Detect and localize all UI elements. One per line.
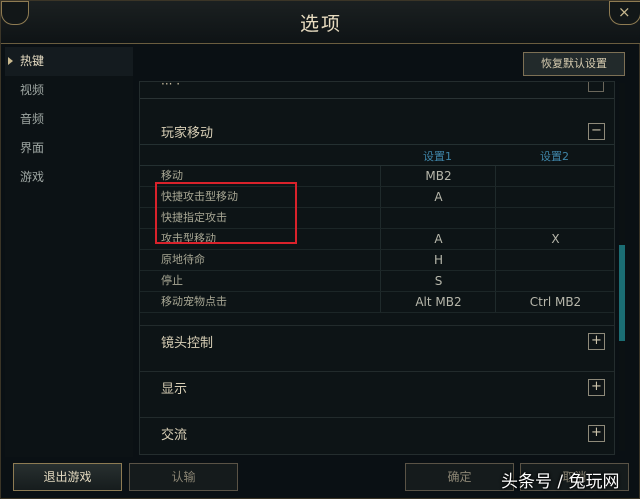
sidebar-item-label: 界面 xyxy=(20,141,45,155)
title-bar: 选项 × xyxy=(1,1,640,44)
section-title: 显示 xyxy=(161,382,188,397)
window-title: 选项 xyxy=(299,13,342,35)
exit-game-button[interactable]: 退出游戏 xyxy=(13,463,122,491)
ok-button[interactable]: 确定 xyxy=(405,463,514,491)
expand-toggle[interactable] xyxy=(588,82,604,92)
sidebar-item-label: 视频 xyxy=(20,83,45,97)
binding-slot-1[interactable]: H xyxy=(380,250,496,270)
scrollbar[interactable] xyxy=(619,83,625,451)
binding-slot-2[interactable] xyxy=(495,208,614,228)
binding-slot-1[interactable]: Alt MB2 xyxy=(380,292,496,312)
close-icon: × xyxy=(618,3,631,21)
table-row: 停止 S xyxy=(140,271,614,292)
active-indicator-icon xyxy=(8,57,13,65)
options-window: 选项 × 热键 视频 音频 界面 游戏 恢复默认设置 ··· · 玩家移动 − … xyxy=(0,0,640,499)
expand-toggle[interactable]: + xyxy=(588,379,605,396)
expand-toggle[interactable]: + xyxy=(588,425,605,442)
previous-section-header: ··· · xyxy=(140,82,614,99)
sidebar-item-hotkeys[interactable]: 热键 xyxy=(5,47,133,76)
table-row: 原地待命 H xyxy=(140,250,614,271)
sidebar-item-audio[interactable]: 音频 xyxy=(5,105,133,134)
binding-slot-1[interactable]: A xyxy=(380,229,496,249)
action-name: 停止 xyxy=(161,274,183,287)
table-header: 设置1 设置2 xyxy=(140,144,614,166)
close-button[interactable]: × xyxy=(609,1,640,25)
binding-slot-1[interactable]: S xyxy=(380,271,496,291)
scrollbar-thumb[interactable] xyxy=(619,245,625,341)
binding-slot-1[interactable]: MB2 xyxy=(380,166,496,186)
action-name: 移动宠物点击 xyxy=(161,295,227,308)
sidebar-item-interface[interactable]: 界面 xyxy=(5,134,133,163)
binding-slot-2[interactable] xyxy=(495,187,614,207)
section-title: 交流 xyxy=(161,428,188,443)
previous-section-title: ··· · xyxy=(161,81,181,91)
binding-slot-2[interactable]: Ctrl MB2 xyxy=(495,292,614,312)
sidebar-item-label: 热键 xyxy=(20,54,45,68)
binding-slot-2[interactable] xyxy=(495,250,614,270)
sidebar-item-game[interactable]: 游戏 xyxy=(5,163,133,192)
sidebar-item-label: 游戏 xyxy=(20,170,45,184)
hotkey-panel: ··· · 玩家移动 − 设置1 设置2 移动 MB2 快捷攻击型移动 A 快捷… xyxy=(139,81,615,455)
action-name: 原地待命 xyxy=(161,253,205,266)
section-chat[interactable]: 交流 + xyxy=(140,417,614,448)
collapse-toggle[interactable]: − xyxy=(588,123,605,140)
section-title: 玩家移动 xyxy=(161,126,214,141)
surrender-button[interactable]: 认输 xyxy=(129,463,238,491)
expand-toggle[interactable]: + xyxy=(588,333,605,350)
restore-defaults-button[interactable]: 恢复默认设置 xyxy=(523,52,625,76)
binding-slot-1[interactable] xyxy=(380,208,496,228)
binding-slot-2[interactable] xyxy=(495,166,614,186)
sidebar-item-label: 音频 xyxy=(20,112,45,126)
binding-slot-2[interactable]: X xyxy=(495,229,614,249)
highlight-annotation-box xyxy=(155,182,297,244)
binding-slot-2[interactable] xyxy=(495,271,614,291)
column-header-setting2: 设置2 xyxy=(540,150,569,163)
sidebar: 热键 视频 音频 界面 游戏 xyxy=(5,47,133,457)
sidebar-item-video[interactable]: 视频 xyxy=(5,76,133,105)
column-header-setting1: 设置1 xyxy=(423,150,452,163)
section-title: 镜头控制 xyxy=(161,336,214,351)
section-display[interactable]: 显示 + xyxy=(140,371,614,402)
section-player-move: 玩家移动 − xyxy=(140,116,614,146)
table-row: 移动宠物点击 Alt MB2 Ctrl MB2 xyxy=(140,292,614,313)
section-camera-control[interactable]: 镜头控制 + xyxy=(140,325,614,356)
watermark-text: 头条号 / 兔玩网 xyxy=(501,472,620,492)
binding-slot-1[interactable]: A xyxy=(380,187,496,207)
